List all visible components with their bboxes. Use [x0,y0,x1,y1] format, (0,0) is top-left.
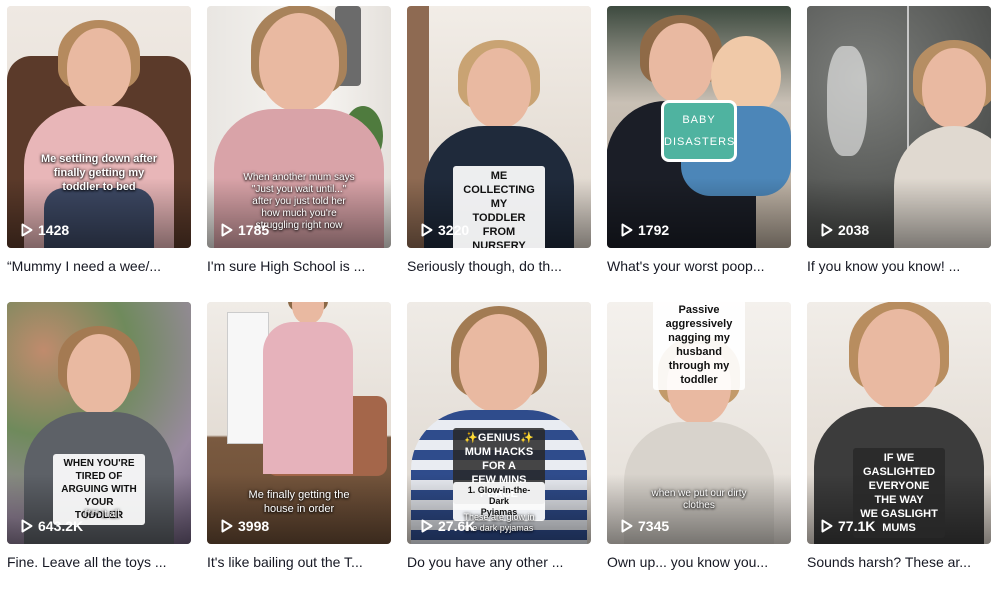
play-icon [621,223,633,237]
play-icon [221,223,233,237]
view-count: 1792 [621,222,669,238]
video-thumbnail[interactable]: IF WE GASLIGHTED EVERYONE THE WAY WE GAS… [807,302,991,544]
video-thumbnail[interactable]: 2038 [807,6,991,248]
view-count: 2038 [821,222,869,238]
view-count-value: 2038 [838,222,870,238]
video-card[interactable]: 2038 If you know you know! ... [807,6,991,298]
video-caption: Me finally getting the house in order [248,489,350,515]
view-count: 27.6K [421,518,475,534]
video-title[interactable]: Own up... you know you... [607,553,791,571]
view-count: 1785 [221,222,269,238]
video-card[interactable]: Me settling down after finally getting m… [7,6,191,298]
video-thumbnail[interactable]: WHEN YOU'RE TIRED OF ARGUING WITH YOUR T… [7,302,191,544]
view-count: 3220 [421,222,469,238]
video-card[interactable]: Me finally getting the house in order 39… [207,302,391,594]
video-card[interactable]: BABY DISASTERS 1792 What's your worst po… [607,6,791,298]
video-card[interactable]: When another mum says "Just you wait unt… [207,6,391,298]
video-card[interactable]: ME COLLECTING MY TODDLER FROM NURSERY 32… [407,6,591,298]
view-count-value: 77.1K [838,518,876,534]
video-title[interactable]: “Mummy I need a wee/... [7,257,191,275]
video-thumbnail[interactable]: BABY DISASTERS 1792 [607,6,791,248]
video-thumbnail[interactable]: Me finally getting the house in order 39… [207,302,391,544]
video-title[interactable]: If you know you know! ... [807,257,991,275]
video-thumbnail[interactable]: When another mum says "Just you wait unt… [207,6,391,248]
view-count-value: 643.2K [38,518,84,534]
view-count: 1428 [21,222,69,238]
play-icon [821,519,833,533]
video-thumbnail[interactable]: Me settling down after finally getting m… [7,6,191,248]
video-title[interactable]: Sounds harsh? These ar... [807,553,991,571]
view-count-value: 1792 [638,222,670,238]
view-count-value: 3220 [438,222,470,238]
play-icon [821,223,833,237]
video-card[interactable]: ✨GENIUS✨ MUM HACKS FOR A FEW MINS PEACE … [407,302,591,594]
view-count-value: 1428 [38,222,70,238]
play-icon [421,223,433,237]
play-icon [21,519,33,533]
video-card[interactable]: Passive aggressively nagging my husband … [607,302,791,594]
video-title[interactable]: What's your worst poop... [607,257,791,275]
video-card[interactable]: WHEN YOU'RE TIRED OF ARGUING WITH YOUR T… [7,302,191,594]
video-subcaption: when we put our dirty clothes [651,488,747,511]
video-thumbnail[interactable]: Passive aggressively nagging my husband … [607,302,791,544]
video-title[interactable]: Do you have any other ... [407,553,591,571]
video-card[interactable]: IF WE GASLIGHTED EVERYONE THE WAY WE GAS… [807,302,991,594]
play-icon [621,519,633,533]
view-count-value: 27.6K [438,518,476,534]
video-caption: Me settling down after finally getting m… [40,153,158,193]
view-count: 3998 [221,518,269,534]
baby-disasters-badge: BABY DISASTERS [661,100,737,162]
video-title[interactable]: Seriously though, do th... [407,257,591,275]
play-icon [421,519,433,533]
video-thumbnail[interactable]: ME COLLECTING MY TODDLER FROM NURSERY 32… [407,6,591,248]
view-count-value: 1785 [238,222,270,238]
play-icon [221,519,233,533]
video-thumbnail[interactable]: ✨GENIUS✨ MUM HACKS FOR A FEW MINS PEACE … [407,302,591,544]
video-grid: Me settling down after finally getting m… [7,6,991,594]
video-title[interactable]: I'm sure High School is ... [207,257,391,275]
view-count: 7345 [621,518,669,534]
view-count: 77.1K [821,518,875,534]
video-title[interactable]: Fine. Leave all the toys ... [7,553,191,571]
video-caption: Passive aggressively nagging my husband … [653,302,745,390]
view-count-value: 3998 [238,518,270,534]
play-icon [21,223,33,237]
video-title[interactable]: It's like bailing out the T... [207,553,391,571]
view-count: 643.2K [21,518,83,534]
view-count-value: 7345 [638,518,670,534]
